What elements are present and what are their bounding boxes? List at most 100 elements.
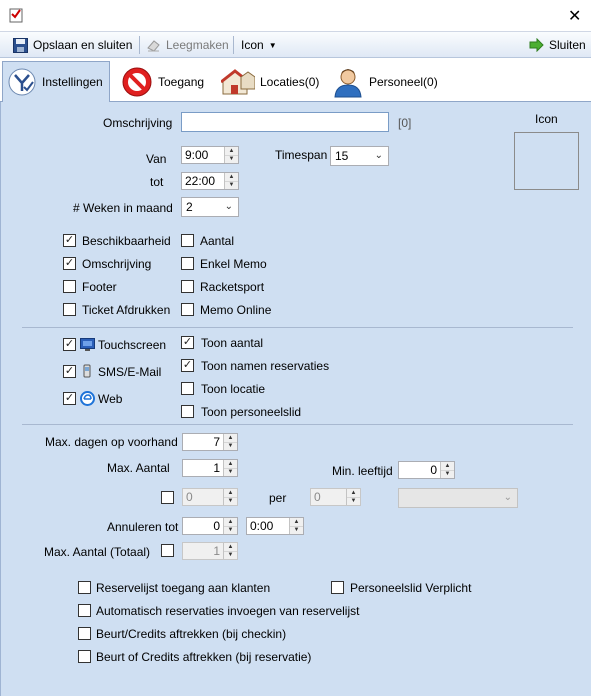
spin-up-icon[interactable]: ▲ (224, 460, 237, 469)
enkel-memo-label: Enkel Memo (200, 257, 267, 271)
checkbox[interactable] (181, 303, 194, 316)
timespan-label: Timespan (275, 148, 328, 162)
clear-button[interactable]: Leegmaken (146, 36, 229, 54)
checkbox[interactable]: ✓ (181, 336, 194, 349)
max-aantal-spinner[interactable]: 1 ▲ ▼ (182, 459, 238, 477)
icon-preview-box[interactable] (514, 132, 579, 190)
per-unit-select[interactable]: ⌄ (398, 488, 518, 508)
tot-time-spinner[interactable]: 22:00 ▲ ▼ (181, 172, 239, 190)
checkbox[interactable]: ✓ (63, 338, 76, 351)
save-icon (13, 37, 28, 53)
spin-down-icon[interactable]: ▼ (225, 155, 238, 163)
van-time-spinner[interactable]: 9:00 ▲ ▼ (181, 146, 239, 164)
checkbox[interactable]: ✓ (63, 392, 76, 405)
icon-label: Icon (535, 112, 558, 126)
checkbox[interactable] (78, 650, 91, 663)
max-totaal-spinner[interactable]: 1 ▲ ▼ (182, 542, 238, 560)
spin-up-icon[interactable]: ▲ (441, 462, 454, 471)
icon-dropdown-button[interactable]: Icon ▼ (241, 36, 277, 54)
checkbox[interactable]: ✓ (63, 365, 76, 378)
max-totaal-checkbox[interactable] (161, 544, 174, 557)
annuleren-value: 0 (213, 519, 220, 533)
weken-label: # Weken in maand (73, 201, 173, 215)
spin-up-icon[interactable]: ▲ (224, 489, 237, 498)
spin-up-icon[interactable]: ▲ (347, 489, 360, 498)
person-icon (334, 68, 362, 97)
title-bar: ✕ (0, 0, 591, 32)
spin-up-icon[interactable]: ▲ (224, 434, 237, 443)
personeelslid-verplicht-label: Personeelslid Verplicht (350, 581, 472, 595)
spin-down-icon[interactable]: ▼ (441, 470, 454, 478)
automatisch-reservaties-label: Automatisch reservaties invoegen van res… (96, 604, 360, 618)
max-aantal-value: 1 (213, 461, 220, 475)
per-value-1: 0 (186, 490, 193, 504)
ie-icon (80, 391, 95, 406)
phone-icon (83, 364, 91, 378)
beurt-credits-checkin-label: Beurt/Credits aftrekken (bij checkin) (96, 627, 287, 641)
spin-down-icon[interactable]: ▼ (224, 526, 237, 534)
tab-personeel[interactable]: Personeel(0) (328, 61, 443, 102)
spin-down-icon[interactable]: ▼ (290, 526, 303, 534)
spin-up-icon[interactable]: ▲ (290, 518, 303, 527)
max-totaal-label: Max. Aantal (Totaal) (44, 545, 151, 559)
spin-up-icon[interactable]: ▲ (225, 147, 238, 156)
chevron-down-icon: ⌄ (374, 150, 383, 161)
omschrijving-check-label: Omschrijving (82, 257, 152, 271)
beurt-credits-reservatie-label: Beurt of Credits aftrekken (bij reservat… (96, 650, 312, 664)
toolbar: Opslaan en sluiten Leegmaken Icon ▼ Slui… (0, 32, 591, 58)
close-button[interactable]: Sluiten (529, 36, 586, 54)
annuleren-spinner[interactable]: 0 ▲ ▼ (182, 517, 238, 535)
spin-up-icon[interactable]: ▲ (224, 518, 237, 527)
tab-label: Personeel(0) (369, 74, 438, 89)
checkbox[interactable]: ✓ (63, 257, 76, 270)
spin-up-icon[interactable]: ▲ (224, 543, 237, 552)
eraser-icon (147, 39, 160, 52)
checkbox[interactable] (181, 405, 194, 418)
checkbox[interactable]: ✓ (181, 359, 194, 372)
spin-down-icon[interactable]: ▼ (224, 442, 237, 450)
min-leeftijd-spinner[interactable]: 0 ▲ ▼ (398, 461, 455, 479)
settings-tools-icon (8, 68, 36, 96)
per-spinner-2[interactable]: 0 ▲ ▼ (310, 488, 361, 506)
character-count: [0] (398, 116, 412, 130)
sms-email-label: SMS/E-Mail (98, 365, 162, 379)
annuleren-time-spinner[interactable]: 0:00 ▲ ▼ (246, 517, 304, 535)
checkbox[interactable] (63, 280, 76, 293)
annuleren-time-value: 0:00 (250, 519, 274, 533)
timespan-select[interactable]: 15 ⌄ (330, 146, 389, 166)
checkbox[interactable] (63, 303, 76, 316)
van-value: 9:00 (185, 148, 209, 162)
chevron-down-icon: ▼ (268, 40, 277, 50)
spin-down-icon[interactable]: ▼ (224, 497, 237, 505)
weken-select[interactable]: 2 ⌄ (181, 197, 239, 217)
close-window-button[interactable]: ✕ (568, 6, 581, 26)
spin-down-icon[interactable]: ▼ (347, 497, 360, 505)
spin-down-icon[interactable]: ▼ (225, 181, 238, 189)
spin-up-icon[interactable]: ▲ (225, 173, 238, 182)
tab-strip: Instellingen Toegang Locaties(0) Persone… (0, 58, 591, 102)
checkbox[interactable] (78, 581, 91, 594)
weken-value: 2 (186, 200, 193, 214)
tab-toegang[interactable]: Toegang (117, 61, 209, 102)
per-checkbox[interactable] (161, 491, 174, 504)
checkbox[interactable] (181, 257, 194, 270)
checkbox[interactable]: ✓ (63, 234, 76, 247)
per-spinner-1[interactable]: 0 ▲ ▼ (182, 488, 238, 506)
checkbox[interactable] (78, 627, 91, 640)
checkbox[interactable] (181, 382, 194, 395)
checkbox[interactable] (181, 234, 194, 247)
checkbox[interactable] (181, 280, 194, 293)
touchscreen-label: Touchscreen (98, 338, 167, 352)
save-close-button[interactable]: Opslaan en sluiten (13, 36, 132, 54)
memo-online-label: Memo Online (200, 303, 272, 317)
spin-down-icon[interactable]: ▼ (224, 551, 237, 559)
toon-aantal-label: Toon aantal (201, 336, 264, 350)
spin-down-icon[interactable]: ▼ (224, 468, 237, 476)
tab-locaties[interactable]: Locaties(0) (217, 61, 321, 102)
checkbox[interactable] (331, 581, 344, 594)
omschrijving-input[interactable] (181, 112, 389, 132)
ticket-afdrukken-label: Ticket Afdrukken (82, 303, 171, 317)
max-dagen-spinner[interactable]: 7 ▲ ▼ (182, 433, 238, 451)
checkbox[interactable] (78, 604, 91, 617)
tab-instellingen[interactable]: Instellingen (2, 61, 110, 102)
